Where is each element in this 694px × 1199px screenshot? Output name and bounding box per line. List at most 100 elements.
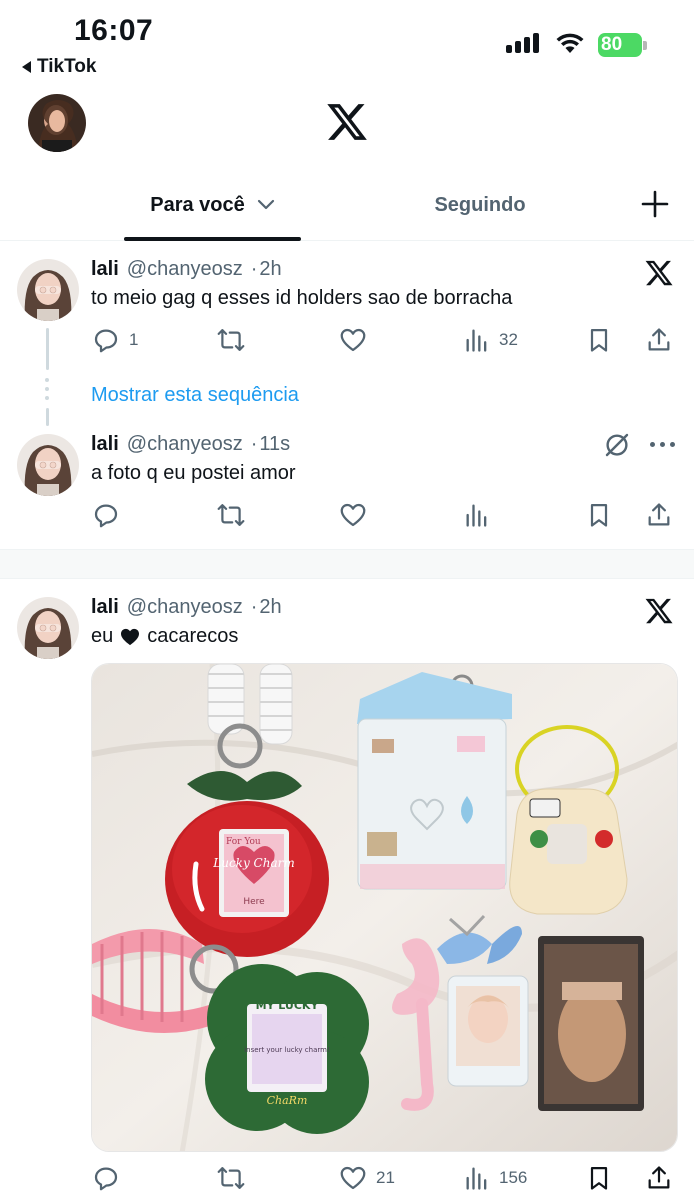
view-count: 156 xyxy=(499,1168,528,1187)
share-icon xyxy=(648,503,670,526)
status-bar: 16:07 TikTok 80 xyxy=(0,0,694,86)
thread-connector xyxy=(46,328,49,370)
avatar[interactable] xyxy=(17,434,79,496)
like-button[interactable] xyxy=(338,497,368,533)
bookmark-button[interactable] xyxy=(585,497,613,533)
battery-level: 80 xyxy=(601,34,623,55)
retweet-button[interactable] xyxy=(215,1160,247,1196)
display-name[interactable]: lali xyxy=(91,596,119,619)
tab-for-you[interactable]: Para você xyxy=(124,170,301,240)
x-logo-icon xyxy=(327,104,367,140)
share-button[interactable] xyxy=(645,1160,673,1196)
views-button[interactable]: 32 xyxy=(463,322,518,358)
avatar[interactable] xyxy=(17,259,79,321)
like-button[interactable] xyxy=(338,322,368,358)
reply-button[interactable] xyxy=(91,497,121,533)
retweet-icon xyxy=(217,1167,245,1189)
chevron-down-icon[interactable] xyxy=(257,199,275,211)
avatar[interactable] xyxy=(17,597,79,659)
charm2-bottom-text: ChaRm xyxy=(267,1094,308,1107)
like-count: 21 xyxy=(376,1168,395,1187)
tweet-text-start: eu xyxy=(91,625,114,647)
dot-separator: · xyxy=(250,258,258,280)
thread-gap-dots xyxy=(45,378,49,405)
wifi-icon xyxy=(556,33,584,53)
house-holder xyxy=(357,672,512,890)
bookmark-icon xyxy=(590,503,608,527)
status-time: 16:07 xyxy=(74,14,154,47)
reply-button[interactable]: 1 xyxy=(91,322,138,358)
back-to-app-link[interactable]: TikTok xyxy=(22,56,96,78)
clover-holder: MY LUCKY insert your lucky charm! ChaRm xyxy=(205,964,369,1134)
keychain-photo: For You Lucky Charm Here MY LUCKY insert… xyxy=(92,664,677,1151)
bookmark-button[interactable] xyxy=(585,322,613,358)
heart-icon xyxy=(340,503,366,527)
views-button[interactable]: 156 xyxy=(463,1160,527,1196)
battery-cap xyxy=(643,41,647,50)
active-tab-indicator xyxy=(124,237,301,241)
share-icon xyxy=(648,328,670,351)
username[interactable]: @chanyeosz xyxy=(127,433,243,456)
reply-icon xyxy=(94,329,118,353)
reply-button[interactable] xyxy=(91,1160,121,1196)
black-heart-icon xyxy=(121,628,140,645)
grok-icon[interactable] xyxy=(602,430,632,460)
share-icon xyxy=(648,1166,670,1189)
views-button[interactable] xyxy=(463,497,491,533)
share-button[interactable] xyxy=(645,497,673,533)
tweet-photo[interactable]: For You Lucky Charm Here MY LUCKY insert… xyxy=(91,663,678,1152)
winged-photo-holder xyxy=(437,914,529,1087)
bookmark-icon xyxy=(590,328,608,352)
display-name[interactable]: lali xyxy=(91,258,119,281)
tweet-actions: 21 156 xyxy=(91,1160,676,1196)
thread-connector xyxy=(46,408,49,426)
analytics-icon xyxy=(466,329,487,352)
add-tab-icon[interactable] xyxy=(637,186,673,222)
tab-for-you-label: Para você xyxy=(150,193,245,216)
tab-following[interactable]: Seguindo xyxy=(400,170,560,240)
tweet-header: lali @chanyeosz · 11s xyxy=(91,433,290,456)
reply-icon xyxy=(94,504,118,528)
back-app-label: TikTok xyxy=(37,56,97,77)
tweet-header: lali @chanyeosz · 2h xyxy=(91,596,282,619)
like-button[interactable]: 21 xyxy=(338,1160,395,1196)
retweet-icon xyxy=(217,329,245,351)
dot-separator: · xyxy=(250,596,258,618)
heart-icon xyxy=(340,328,366,352)
profile-avatar-button[interactable] xyxy=(28,94,86,152)
username[interactable]: @chanyeosz xyxy=(127,258,243,281)
charm2-top-text: MY LUCKY xyxy=(256,999,320,1012)
analytics-icon xyxy=(466,504,487,527)
analytics-icon xyxy=(466,1167,487,1190)
bookmark-button[interactable] xyxy=(585,1160,613,1196)
tweet-actions xyxy=(91,497,676,533)
timestamp[interactable]: 2h xyxy=(259,596,281,619)
timestamp[interactable]: 11s xyxy=(259,433,290,456)
retweet-button[interactable] xyxy=(215,322,247,358)
username[interactable]: @chanyeosz xyxy=(127,596,243,619)
charm1-top-text: For You xyxy=(226,837,261,847)
bookmark-icon xyxy=(590,1166,608,1190)
more-options-icon[interactable] xyxy=(650,442,675,447)
avatar xyxy=(28,94,86,152)
tweet-text-end: cacarecos xyxy=(147,625,239,647)
retweet-icon xyxy=(217,504,245,526)
dot-separator: · xyxy=(250,433,258,455)
tweet-text: to meio gag q esses id holders sao de bo… xyxy=(91,287,513,309)
tweet-text: a foto q eu postei amor xyxy=(91,462,296,484)
charm2-mid-text: insert your lucky charm! xyxy=(244,1046,330,1054)
show-thread-link[interactable]: Mostrar esta sequência xyxy=(91,384,299,407)
section-divider xyxy=(0,549,694,579)
x-logo-icon xyxy=(645,598,673,624)
display-name[interactable]: lali xyxy=(91,433,119,456)
timestamp[interactable]: 2h xyxy=(259,258,281,281)
x-logo-icon xyxy=(645,260,673,286)
retweet-button[interactable] xyxy=(215,497,247,533)
charm1-bottom-text: Here xyxy=(243,897,265,907)
share-button[interactable] xyxy=(645,322,673,358)
reply-count: 1 xyxy=(129,330,139,349)
view-count: 32 xyxy=(499,330,518,349)
tweet-header: lali @chanyeosz · 2h xyxy=(91,258,282,281)
charm1-mid-text: Lucky Charm xyxy=(212,856,294,870)
tweet-text: eu cacarecos xyxy=(91,625,238,648)
